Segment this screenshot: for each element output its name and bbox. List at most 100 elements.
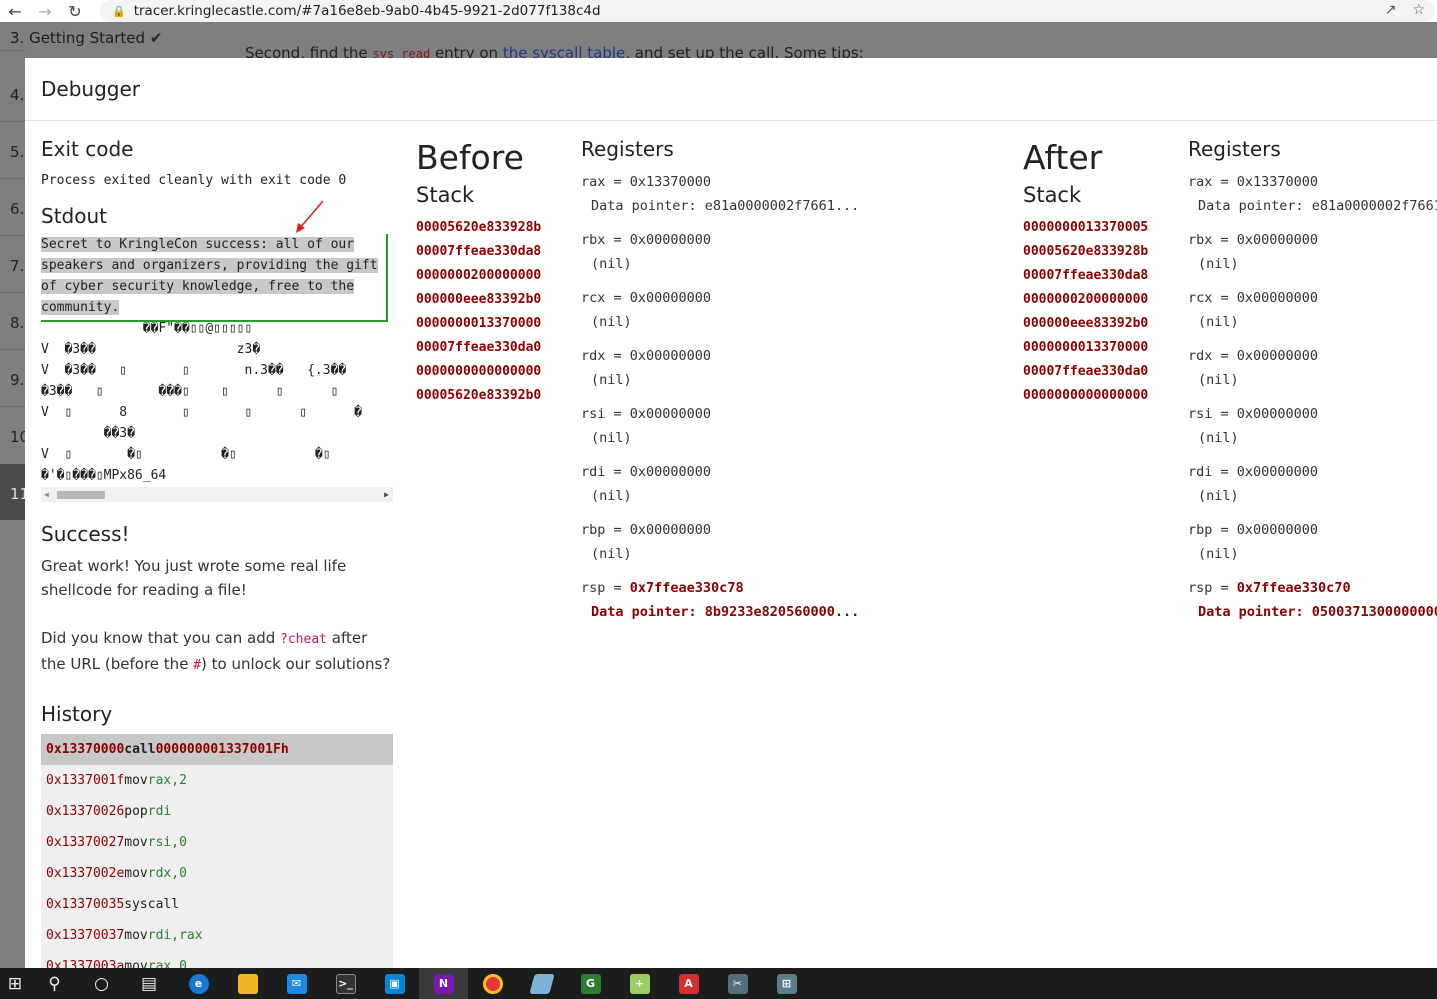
- cheat-hint: Did you know that you can add ?cheat aft…: [41, 629, 391, 673]
- after-heading: After: [1023, 138, 1103, 177]
- sidebar-item-number[interactable]: 4.: [10, 86, 24, 104]
- lock-icon: 🔒: [112, 4, 126, 18]
- register-rdx: rdx = 0x00000000 (nil): [1188, 344, 1437, 402]
- chrome-icon[interactable]: [468, 968, 517, 999]
- bookmark-star-icon[interactable]: ☆: [1412, 2, 1425, 18]
- stdout-line: V ▯ �▯ �▯ �▯: [41, 447, 331, 462]
- stack-entry: 0000000200000000: [1023, 292, 1149, 307]
- register-rax: rax = 0x13370000 Data pointer: e81a000000…: [1188, 170, 1437, 228]
- search-icon[interactable]: ⚲: [30, 968, 79, 999]
- register-name: rsp: [581, 580, 606, 596]
- stdout-line: V �3�� z3�: [41, 342, 261, 357]
- register-line: rax = 0x13370000: [1188, 174, 1319, 190]
- onenote-icon[interactable]: N: [419, 968, 468, 999]
- history-row[interactable]: 0x1337003a mov rax,0: [41, 951, 393, 968]
- register-detail: (nil): [1198, 546, 1239, 562]
- terminal-icon[interactable]: >_: [321, 968, 370, 999]
- register-rbp: rbp = 0x00000000 (nil): [1188, 518, 1437, 576]
- history-row[interactable]: 0x1337002e mov rdx,0: [41, 858, 393, 889]
- stdout-output[interactable]: Secret to KringleCon success: all of our…: [41, 234, 393, 502]
- notepad-plus-icon[interactable]: +: [615, 968, 664, 999]
- sidebar-item-number[interactable]: 5.: [10, 143, 24, 161]
- register-value: 0x7ffeae330c70: [1236, 580, 1351, 596]
- horizontal-scrollbar[interactable]: ◀ ▶: [41, 487, 393, 502]
- stack-entry: 00005620e833928b: [416, 220, 542, 235]
- url-text[interactable]: tracer.kringlecastle.com/#7a16e8eb-9ab0-…: [134, 3, 601, 19]
- stdout-line: �'�▯���▯MPx86_64: [41, 468, 167, 483]
- sidebar-item-number[interactable]: 6.: [10, 200, 24, 218]
- mail-icon[interactable]: ✉: [272, 968, 321, 999]
- sidebar-item-number[interactable]: 8.: [10, 314, 24, 332]
- notepad-icon[interactable]: [517, 968, 566, 999]
- task-view-icon[interactable]: ▤: [124, 968, 174, 999]
- stack-entry: 0000000200000000: [416, 268, 542, 283]
- register-value: 0x00000000: [629, 348, 712, 364]
- stack-entry: 00005620e833928b: [1023, 244, 1149, 259]
- register-detail: (nil): [1198, 488, 1239, 504]
- scroll-left-icon[interactable]: ◀: [44, 490, 49, 499]
- register-value: 0x7ffeae330c78: [629, 580, 744, 596]
- register-value: 0x00000000: [1236, 232, 1319, 248]
- register-detail: (nil): [1198, 256, 1239, 272]
- stack-entry: 0000000000000000: [416, 364, 542, 379]
- greenshot-icon[interactable]: G: [566, 968, 615, 999]
- file-explorer-icon[interactable]: [223, 968, 272, 999]
- register-name: rax: [581, 174, 606, 190]
- calculator-icon[interactable]: ⊞: [762, 968, 811, 999]
- register-name: rbp: [581, 522, 606, 538]
- register-name: rbx: [1188, 232, 1213, 248]
- browser-toolbar: ← → ↻ 🔒 tracer.kringlecastle.com/#7a16e8…: [0, 0, 1437, 22]
- register-rax: rax = 0x13370000 Data pointer: e81a000000…: [581, 170, 859, 228]
- register-rdx: rdx = 0x00000000 (nil): [581, 344, 859, 402]
- register-detail: (nil): [591, 314, 632, 330]
- register-name: rdx: [581, 348, 606, 364]
- acrobat-icon[interactable]: A: [664, 968, 713, 999]
- stack-entry: 0000000013370000: [416, 316, 542, 331]
- register-value: 0x00000000: [1236, 522, 1319, 538]
- debugger-modal: Debugger Exit code Process exited cleanl…: [25, 58, 1437, 968]
- address-bar[interactable]: 🔒 tracer.kringlecastle.com/#7a16e8eb-9ab…: [100, 0, 1435, 22]
- annotation-arrow-icon: [296, 200, 324, 233]
- register-line: rbx = 0x00000000: [581, 232, 712, 248]
- register-detail: Data pointer: e81a0000002f7661...: [591, 198, 860, 214]
- register-name: rbp: [1188, 522, 1213, 538]
- history-row[interactable]: 0x13370035 syscall: [41, 889, 393, 920]
- before-stack-heading: Stack: [416, 183, 475, 207]
- sidebar-item-getting-started[interactable]: 3. Getting Started ✔: [10, 29, 162, 47]
- history-row[interactable]: 0x13370026 pop rdi: [41, 796, 393, 827]
- register-detail: Data pointer: 0500371300000000...: [1198, 604, 1437, 620]
- sidebar-item-number[interactable]: 7.: [10, 257, 24, 275]
- before-registers-heading: Registers: [581, 137, 674, 161]
- history-row[interactable]: 0x13370000 call 000000001337001Fh: [41, 734, 393, 765]
- cortana-icon[interactable]: ○: [79, 968, 124, 999]
- history-row[interactable]: 0x13370027 mov rsi,0: [41, 827, 393, 858]
- modal-header: Debugger: [25, 58, 1437, 121]
- register-line: rbx = 0x00000000: [1188, 232, 1319, 248]
- sidebar-item-number[interactable]: 9.: [10, 371, 24, 389]
- scroll-right-icon[interactable]: ▶: [384, 490, 389, 499]
- history-row[interactable]: 0x1337001f mov rax,2: [41, 765, 393, 796]
- reload-icon[interactable]: ↻: [60, 0, 90, 22]
- register-line: rsi = 0x00000000: [581, 406, 712, 422]
- snipping-tool-icon[interactable]: ✂: [713, 968, 762, 999]
- scrollbar-thumb[interactable]: [57, 491, 105, 499]
- success-message: Great work! You just wrote some real lif…: [41, 557, 347, 599]
- register-value: 0x13370000: [1236, 174, 1319, 190]
- stack-entry: 0000000000000000: [1023, 388, 1149, 403]
- windows-start-icon[interactable]: ⊞: [0, 968, 30, 999]
- edge-icon[interactable]: e: [174, 968, 223, 999]
- register-line: rbp = 0x00000000: [581, 522, 712, 538]
- modal-title: Debugger: [41, 77, 140, 101]
- remote-desktop-icon[interactable]: ▣: [370, 968, 419, 999]
- forward-icon[interactable]: →: [30, 0, 60, 22]
- register-detail: Data pointer: e81a0000002f7661...: [1198, 198, 1437, 214]
- share-icon[interactable]: ↗: [1385, 2, 1397, 18]
- after-registers: rax = 0x13370000 Data pointer: e81a000000…: [1188, 170, 1437, 634]
- back-icon[interactable]: ←: [0, 0, 30, 22]
- after-stack-heading: Stack: [1023, 183, 1082, 207]
- register-name: rdi: [581, 464, 606, 480]
- history-row[interactable]: 0x13370037 mov rdi,rax: [41, 920, 393, 951]
- after-registers-heading: Registers: [1188, 137, 1281, 161]
- register-line: rcx = 0x00000000: [1188, 290, 1319, 306]
- sidebar-item-label: 3. Getting Started: [10, 29, 146, 47]
